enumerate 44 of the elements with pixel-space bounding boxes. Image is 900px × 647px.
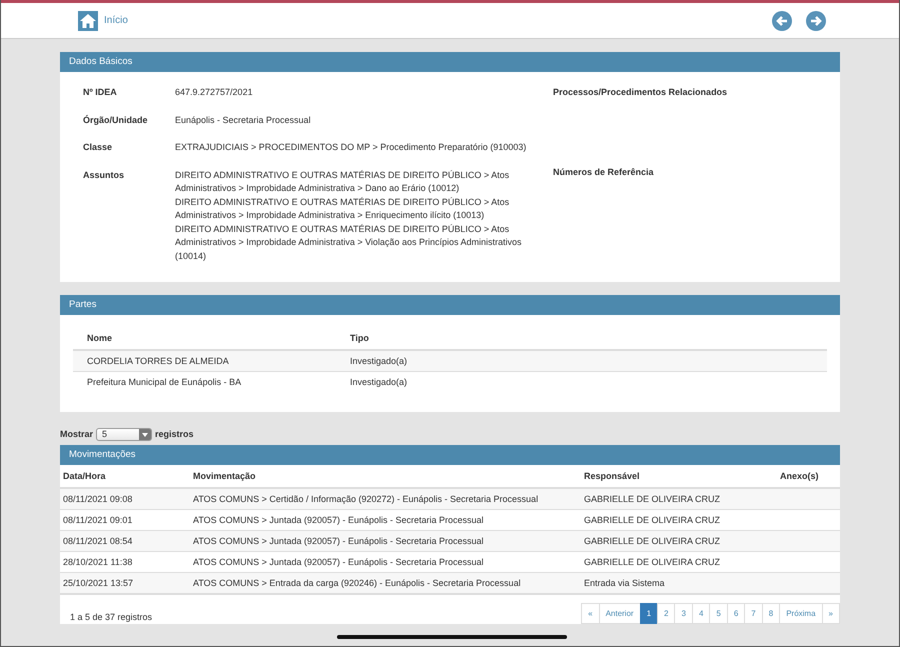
panel-title: Dados Básicos — [60, 52, 840, 72]
table-cell: ATOS COMUNS > Entrada da carga (920246) - Eunápolis - Secretaria Processual — [190, 572, 581, 594]
table-cell: CORDELIA TORRES DE ALMEIDA — [73, 350, 336, 372]
field-label: Nº IDEA — [83, 86, 118, 99]
panel-title: Partes — [60, 295, 840, 315]
field-label: Órgão/Unidade — [83, 114, 149, 127]
back-icon[interactable] — [772, 10, 792, 30]
field-value: DIREITO ADMINISTRATIVO E OUTRAS MATÉRIAS DE DIREITO PÚBLICO > Atos Administrativos > Improbidade Administrativa > Enriquecimento ilícito (10013) — [175, 196, 510, 222]
field-value: Eunápolis - Secretaria Processual — [175, 114, 312, 127]
home-link[interactable]: Início — [104, 15, 128, 26]
page-link[interactable]: Anterior — [598, 603, 641, 624]
field-value: 647.9.272757/2021 — [175, 86, 254, 99]
page-link[interactable]: 2 — [657, 603, 676, 624]
field-label: Classe — [83, 141, 114, 154]
section-label: Números de Referência — [553, 166, 655, 178]
home-icon[interactable] — [78, 10, 98, 30]
field-value: DIREITO ADMINISTRATIVO E OUTRAS MATÉRIAS DE DIREITO PÚBLICO > Atos Administrativos > Improbidade Administrativa > Violação aos Princípios Administrativos (10014) — [175, 222, 522, 263]
records-info: 1 a 5 de 37 registros — [70, 612, 152, 622]
table-cell: Prefeitura Municipal de Eunápolis - BA — [73, 372, 336, 392]
page-size-select[interactable]: 5 — [96, 428, 152, 440]
section-label: Processos/Procedimentos Relacionados — [553, 86, 728, 99]
table-cell: GABRIELLE DE OLIVEIRA CRUZ — [581, 488, 777, 510]
label: registros — [155, 429, 194, 439]
page-link[interactable]: « — [581, 603, 600, 624]
panel-title: Movimentações — [60, 445, 840, 465]
table-cell: Investigado(a) — [336, 372, 827, 392]
page-link[interactable]: 7 — [744, 603, 763, 624]
field-value: EXTRAJUDICIAIS > PROCEDIMENTOS DO MP > Procedimento Preparatório (910003) — [175, 141, 528, 154]
field-label: Assuntos — [83, 168, 126, 182]
page-link[interactable]: » — [822, 603, 840, 624]
table-cell: 25/10/2021 13:57 — [60, 572, 190, 594]
forward-icon[interactable] — [806, 10, 826, 30]
table-cell: Entrada via Sistema — [581, 572, 777, 594]
field-value: DIREITO ADMINISTRATIVO E OUTRAS MATÉRIAS DE DIREITO PÚBLICO > Atos Administrativos > Improbidade Administrativa > Dano ao Erário (10012) — [175, 168, 510, 195]
table-cell: ATOS COMUNS > Juntada (920057) - Eunápolis - Secretaria Processual — [190, 530, 581, 552]
table-cell: Investigado(a) — [336, 350, 827, 372]
label: Mostrar — [60, 429, 94, 439]
page-link[interactable]: 5 — [709, 603, 728, 624]
page-link[interactable]: 3 — [674, 603, 693, 624]
page-link[interactable]: Próxima — [779, 603, 823, 624]
table-cell: 08/11/2021 09:08 — [60, 488, 190, 510]
table-cell: 08/11/2021 08:54 — [60, 530, 190, 552]
table-cell: GABRIELLE DE OLIVEIRA CRUZ — [581, 530, 777, 552]
table-cell: ATOS COMUNS > Certidão / Informação (920272) - Eunápolis - Secretaria Processual — [190, 488, 581, 510]
